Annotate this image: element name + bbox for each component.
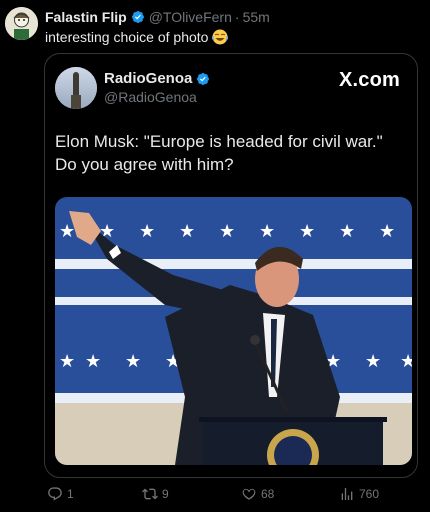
quoted-author-name[interactable]: RadioGenoa (104, 70, 192, 87)
separator-dot: · (234, 9, 240, 25)
verified-badge-icon (197, 72, 210, 85)
reply-icon (48, 487, 62, 501)
like-button[interactable]: 68 (241, 486, 274, 502)
svg-text:★: ★ (219, 221, 235, 242)
tweet-text: interesting choice of photo (45, 29, 229, 45)
tweet-text-content: interesting choice of photo (45, 29, 209, 45)
svg-text:★: ★ (365, 351, 381, 372)
svg-text:★: ★ (59, 351, 75, 372)
author-avatar[interactable] (5, 7, 38, 40)
analytics-icon (341, 488, 353, 500)
svg-text:★: ★ (379, 221, 395, 242)
repost-icon (142, 488, 158, 500)
svg-text:★: ★ (59, 221, 75, 242)
quoted-author-avatar[interactable] (55, 67, 97, 109)
quoted-tweet-text: Elon Musk: "Europe is headed for civil w… (55, 132, 383, 174)
tweet-actions: 1 9 68 760 (0, 486, 430, 506)
quoted-tweet-photo[interactable]: ★ ★ ★ ★ ★ ★ ★ ★ ★ ★ ★ ★ ★ ★ ★ ★ (55, 197, 412, 465)
repost-button[interactable]: 9 (142, 486, 169, 502)
reply-count: 1 (67, 487, 74, 501)
repost-count: 9 (162, 487, 169, 501)
verified-badge-icon (131, 11, 144, 23)
quoted-tweet-card[interactable]: RadioGenoa @RadioGenoa X.com Elon Musk: … (44, 53, 418, 478)
photo-illustration: ★ ★ ★ ★ ★ ★ ★ ★ ★ ★ ★ ★ ★ ★ ★ ★ (55, 197, 412, 465)
svg-text:★: ★ (339, 221, 355, 242)
svg-text:★: ★ (299, 221, 315, 242)
author-handle[interactable]: @TOliveFern (149, 9, 232, 25)
author-name[interactable]: Falastin Flip (45, 9, 127, 25)
svg-text:★: ★ (400, 351, 412, 372)
svg-text:★: ★ (139, 221, 155, 242)
x-logo-label: X.com (338, 69, 400, 91)
heart-icon (242, 488, 256, 500)
quoted-author-name-row: RadioGenoa (104, 70, 214, 87)
svg-text:★: ★ (85, 351, 101, 372)
like-count: 68 (261, 487, 275, 501)
laughing-crying-emoji-icon (212, 29, 229, 45)
views-count: 760 (359, 487, 380, 501)
reply-button[interactable]: 1 (47, 486, 74, 502)
timestamp[interactable]: 55m (243, 9, 270, 25)
tweet-header: Falastin Flip @TOliveFern · 55m (45, 9, 270, 25)
quoted-author-handle[interactable]: @RadioGenoa (104, 89, 197, 105)
views-button[interactable]: 760 (339, 486, 379, 502)
svg-text:★: ★ (259, 221, 275, 242)
svg-text:★: ★ (125, 351, 141, 372)
svg-text:★: ★ (179, 221, 195, 242)
